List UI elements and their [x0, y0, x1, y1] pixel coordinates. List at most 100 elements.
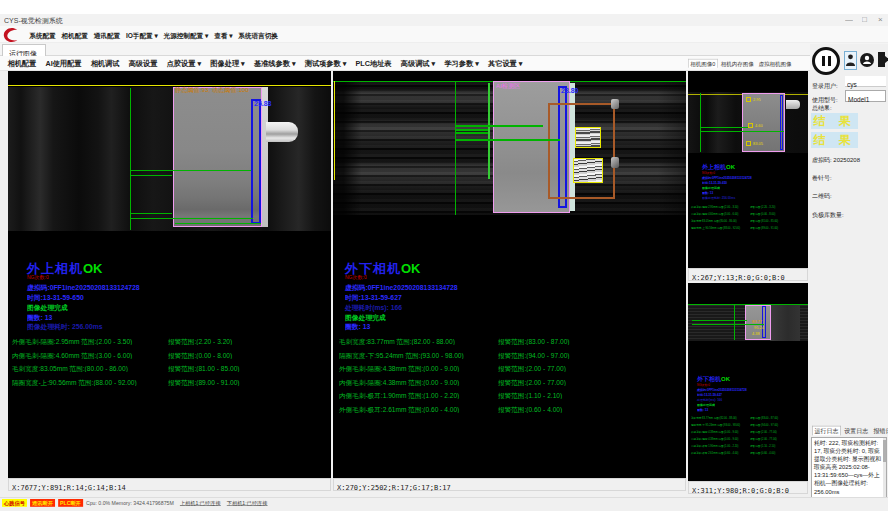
menu-system-config[interactable]: 系统配置: [28, 30, 57, 42]
measure-row: 外侧毛刺-隔圈:2.95mm 范围:(2.00 - 3.50): [12, 337, 132, 346]
label-text: 二维码:: [812, 192, 832, 200]
annotation: 4.38: [752, 331, 760, 335]
tool-glue-settings[interactable]: 点胶设置 ▾: [165, 59, 202, 69]
green-line: [692, 320, 747, 321]
comm-badge: 通讯断开: [30, 499, 55, 507]
time-line: 时间:13-31-59-627: [345, 293, 402, 303]
log-tab-settings[interactable]: 设置日志: [842, 426, 870, 435]
alarm-range: 报警范围:(83.00 - 87.00): [498, 337, 570, 346]
green-line: [130, 88, 131, 230]
green-line: [130, 170, 251, 171]
menu-language[interactable]: 系统语言切换: [237, 30, 279, 42]
ng-count: NG次数:0: [697, 383, 710, 387]
qr-label: 二维码:: [812, 188, 845, 206]
time-line: 时间:13-31-59-627: [697, 393, 722, 397]
bolt: [611, 157, 619, 168]
measure-row: 外侧毛刺-极耳:2.61mm 范围:(0.60 - 4.00): [339, 405, 459, 414]
field-value: cys: [847, 81, 857, 88]
green-line: [700, 131, 784, 132]
elapsed-line: 处理耗时(ms): 166: [345, 303, 402, 313]
menu-comm-config[interactable]: 通讯配置: [92, 30, 121, 42]
menu-view[interactable]: 查看 ▾: [213, 30, 234, 42]
green-line: [455, 82, 456, 215]
measure-row: 隔圈宽度-上:90.56mm 范围:(88.00 - 92.00): [12, 378, 137, 387]
tool-ai-config[interactable]: AI使用配置: [44, 59, 83, 69]
tool-test-params[interactable]: 测试项参数 ▾: [303, 59, 348, 69]
virtual-code: 虚拟码:0FF1ine20250208133134728: [697, 388, 747, 392]
cursor-readout: X:270;Y:2502;R:17;G:17;B:17: [337, 484, 451, 492]
cursor-readout: X:311;Y:980;R:0;G:0;B:0: [692, 487, 789, 495]
menu-light-config[interactable]: 光源控制配置 ▾: [162, 30, 209, 42]
ng-count: NG次数:0: [345, 274, 367, 281]
log-textarea[interactable]: 耗时: 222, 瑕疵检测耗时: 17, 瑕疵分类耗时: 0, 瑕疵提取分类耗时…: [811, 437, 887, 505]
tool-image-process[interactable]: 图像处理 ▾: [209, 59, 246, 69]
tool-baseline-params[interactable]: 基准线参数 ▾: [252, 59, 297, 69]
login-user-field[interactable]: cys: [845, 76, 886, 87]
menu-camera-config[interactable]: 相机配置: [60, 30, 89, 42]
lower-camera-link[interactable]: 下相机1:已经连接: [227, 500, 268, 506]
tool-camera-debug[interactable]: 相机调试: [89, 59, 121, 69]
thumb-tab-camera0[interactable]: 相机图像0: [688, 59, 717, 68]
close-button[interactable]: ×: [878, 15, 883, 24]
pause-icon: [822, 56, 825, 66]
done-line: 图像处理完成: [27, 303, 68, 313]
green-line: [456, 125, 543, 127]
result-badge-2: 结 果: [811, 132, 858, 148]
alarm-range: 报警范围:(89.00 - 91.00): [750, 226, 778, 230]
alarm-range: 报警范围:(81.00 - 85.00): [168, 364, 240, 373]
result-ok: OK: [401, 261, 421, 276]
maximize-button[interactable]: □: [862, 15, 867, 24]
tool-other-settings[interactable]: 其它设置 ▾: [487, 59, 524, 69]
menu-io-config[interactable]: IO手配置 ▾: [125, 30, 160, 42]
alarm-range: 报警范围:(1.10 - 2.10): [498, 391, 562, 400]
thumb-view-bottom[interactable]: 83.77 95.24 4.38 外下相机OK NG次数:0 虚拟码:0FF1i…: [688, 283, 808, 481]
tool-advanced-debug[interactable]: 高级调试 ▾: [399, 59, 436, 69]
measure-row: 外侧毛刺-隔圈:4.38mm 范围:(0.00 - 9.00): [691, 430, 738, 434]
tool-learn-params[interactable]: 学习参数 ▾: [443, 59, 480, 69]
model-field[interactable]: Model1: [845, 90, 886, 102]
right-camera-view[interactable]: AI检测区 23.80 外下相机OK NG次数:0 虚拟码:0FF1ine202…: [333, 71, 686, 478]
tool-advanced-settings[interactable]: 高级设置: [127, 59, 159, 69]
thumb-tab-memory[interactable]: 相机内存图像: [719, 59, 755, 67]
blue-roi-value: 23.80: [561, 87, 579, 95]
time-line: 时间:13-31-59-650: [27, 293, 84, 303]
alarm-range: 报警范围:(89.00 - 91.00): [168, 378, 240, 387]
tool-plc-table[interactable]: PLC地址表: [354, 59, 393, 69]
annotation: 83.77: [752, 319, 762, 323]
green-line: [700, 93, 701, 152]
thumb-view-top[interactable]: 2.95 4.60 83.05 外上相机OK NG次数:0 虚拟码:0FF1in…: [688, 71, 808, 268]
green-line: [488, 83, 490, 179]
log-tab-run[interactable]: 运行日志: [812, 426, 841, 436]
login-user-button[interactable]: [844, 51, 857, 70]
upper-camera-link[interactable]: 上相机1:已经连接: [180, 500, 221, 506]
pause-button[interactable]: [812, 47, 840, 75]
green-line: [456, 129, 488, 131]
log-scrollbar-thumb[interactable]: [883, 440, 886, 462]
tool-camera-config[interactable]: 相机配置: [6, 59, 38, 69]
alarm-range: 报警范围:(81.00 - 85.00): [750, 219, 778, 223]
yellow-roi: [746, 97, 751, 102]
thumb-tab-virtual[interactable]: 虚拟相机图像: [757, 59, 793, 67]
vcode-value: 20250208: [833, 157, 860, 164]
thumb-top-status: X:267;Y:13;R:0;G:0;B:0: [688, 268, 808, 281]
left-camera-view[interactable]: 25.88 静态阈值:93, 动态阈值:100 外上相机OK NG次数:0 虚拟…: [8, 71, 331, 478]
alarm-range: 报警范围:(2.20 - 3.20): [750, 205, 775, 209]
left-view-status: X:7677;Y:891;R:14;G:14;B:14: [8, 478, 331, 491]
cpu-memory-text: Cpu: 0.0% Memory: 3424.41796875M: [86, 500, 174, 506]
done-line: 图像处理完成: [697, 403, 715, 407]
measure-row: 内侧毛刺-极耳:1.90mm 范围:(1.00 - 2.20): [691, 444, 738, 448]
measure-row: 内侧毛刺-极耳:1.90mm 范围:(1.00 - 2.20): [339, 391, 459, 400]
log-scrollbar[interactable]: [883, 438, 886, 504]
field-value: Model1: [848, 96, 869, 103]
user-manage-button[interactable]: [860, 52, 874, 69]
turns-line: 圈数: 13: [345, 322, 370, 332]
camera-name: 外上相机: [702, 164, 726, 171]
minimize-button[interactable]: —: [845, 15, 853, 24]
result-ok: OK: [726, 164, 735, 171]
log-tab-errors[interactable]: 报错日志: [872, 426, 888, 435]
yellow-roi: [746, 141, 751, 146]
yellow-line: [334, 81, 335, 180]
window-title: CYS-视觉检测系统: [4, 16, 63, 26]
exit-button[interactable]: [876, 51, 888, 69]
camera-image-right: [770, 305, 800, 341]
